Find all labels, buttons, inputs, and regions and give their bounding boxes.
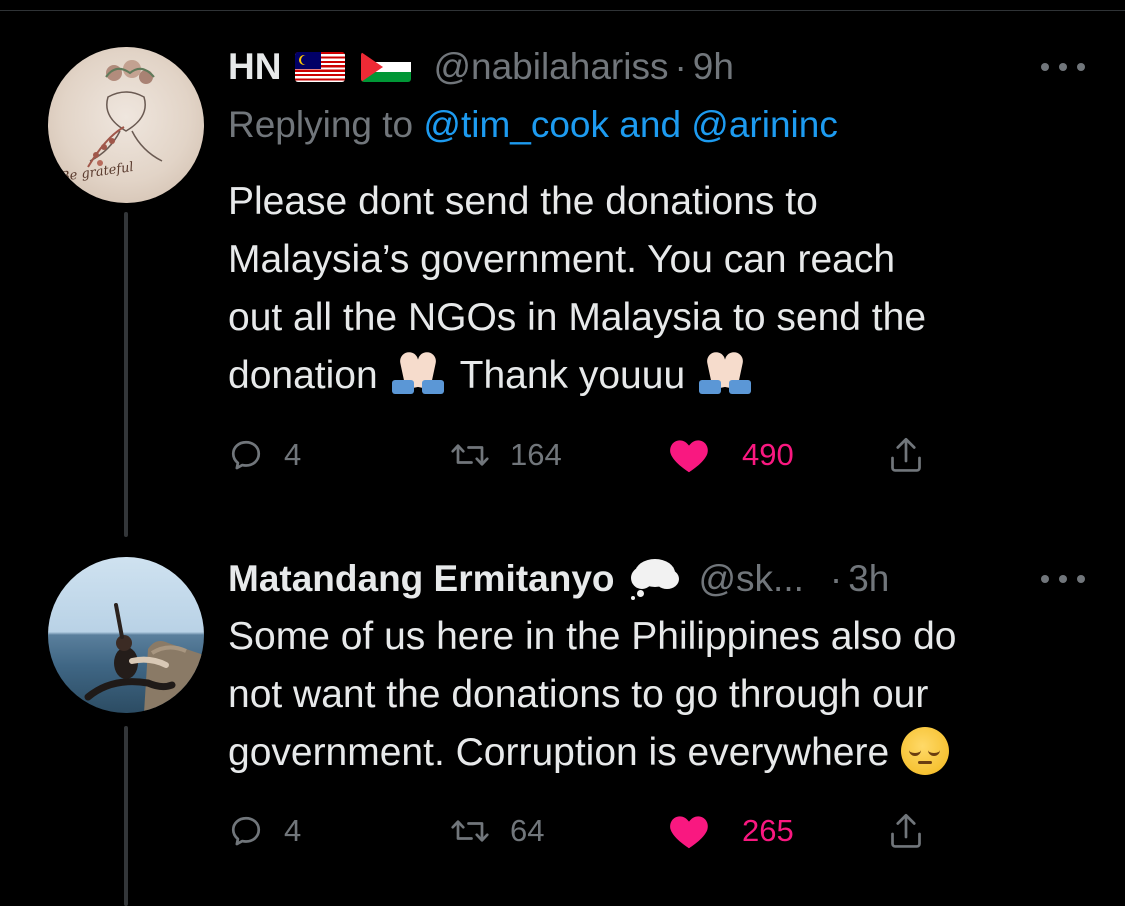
tweet-text: Please dont send the donations to Malays… [228, 173, 1088, 405]
tweet-text-line: government. Corruption is everywhere [228, 724, 1088, 782]
thought-balloon-icon [629, 557, 681, 601]
tweet-text-line: out all the NGOs in Malaysia to send the [228, 296, 927, 339]
retweet-count: 164 [510, 437, 562, 472]
tweet-text-line: donation Thank youuu [228, 347, 1088, 405]
tweet-text-line: Please dont send the donations to [228, 180, 818, 223]
flag-malaysia-icon [295, 52, 346, 82]
handle[interactable]: @sk... [699, 558, 804, 600]
tweet-header: HN @nabilahariss · 9h [228, 45, 1085, 89]
handle[interactable]: @nabilahariss [433, 46, 668, 88]
heart-filled-icon [670, 440, 708, 473]
like-count: 265 [742, 813, 794, 848]
tweet-text-line: Malaysia’s government. You can reach [228, 238, 896, 281]
retweet-count: 64 [510, 813, 545, 848]
reply-count: 4 [284, 437, 302, 472]
more-icon[interactable] [1041, 51, 1085, 83]
reply-button[interactable]: 4 [228, 430, 301, 480]
tweet-text-fragment: government. Corruption is everywhere [228, 731, 890, 774]
tweet[interactable]: Be grateful HN @nabilahariss · 9h Replyi… [0, 0, 1125, 537]
display-name[interactable]: HN [228, 46, 281, 88]
heart-filled-icon [670, 816, 708, 849]
thread-line [124, 212, 128, 537]
timestamp[interactable]: 9h [693, 46, 734, 88]
separator-dot: · [674, 46, 687, 87]
reply-icon [231, 440, 261, 470]
timestamp[interactable]: 3h [848, 558, 889, 600]
tweet-header: Matandang Ermitanyo @sk... · 3h [228, 557, 1085, 601]
tweet-text-line: Some of us here in the Philippines also … [228, 615, 957, 658]
share-button[interactable] [888, 806, 924, 856]
retweet-button[interactable]: 64 [450, 806, 544, 856]
replying-to-label: Replying to [228, 104, 414, 145]
tweet-actions: 4 64 265 [228, 806, 948, 856]
tweet-text: Some of us here in the Philippines also … [228, 608, 1088, 782]
avatar-photo [84, 603, 204, 713]
replying-to: Replying to @tim_cook and @arininc [228, 104, 838, 146]
folded-hands-icon [390, 348, 448, 396]
share-button[interactable] [888, 430, 924, 480]
retweet-icon [451, 444, 489, 466]
tweet-text-fragment: Thank youuu [459, 354, 686, 397]
reply-icon [231, 816, 261, 846]
reply-button[interactable]: 4 [228, 806, 301, 856]
flag-palestine-icon [361, 52, 412, 82]
more-icon[interactable] [1041, 563, 1085, 595]
like-count: 490 [742, 437, 794, 472]
like-button[interactable]: 265 [668, 806, 794, 856]
replying-to-mentions[interactable]: @tim_cook and @arininc [423, 104, 837, 145]
retweet-icon [451, 820, 489, 842]
like-button[interactable]: 490 [668, 430, 794, 480]
tweet-text-fragment: donation [228, 354, 378, 397]
display-name[interactable]: Matandang Ermitanyo [228, 558, 615, 600]
pensive-face-icon [901, 727, 950, 775]
tweet-actions: 4 164 490 [228, 430, 948, 480]
tweet[interactable]: Matandang Ermitanyo @sk... · 3h Some of … [0, 540, 1125, 906]
folded-hands-icon [697, 348, 755, 396]
share-icon [891, 813, 921, 848]
share-icon [891, 437, 921, 472]
avatar[interactable]: Be grateful [48, 47, 204, 203]
retweet-button[interactable]: 164 [450, 430, 562, 480]
thread-line [124, 726, 128, 906]
avatar[interactable] [48, 557, 204, 713]
tweet-text-line: not want the donations to go through our [228, 673, 929, 716]
reply-count: 4 [284, 813, 302, 848]
separator-dot: · [829, 558, 843, 599]
